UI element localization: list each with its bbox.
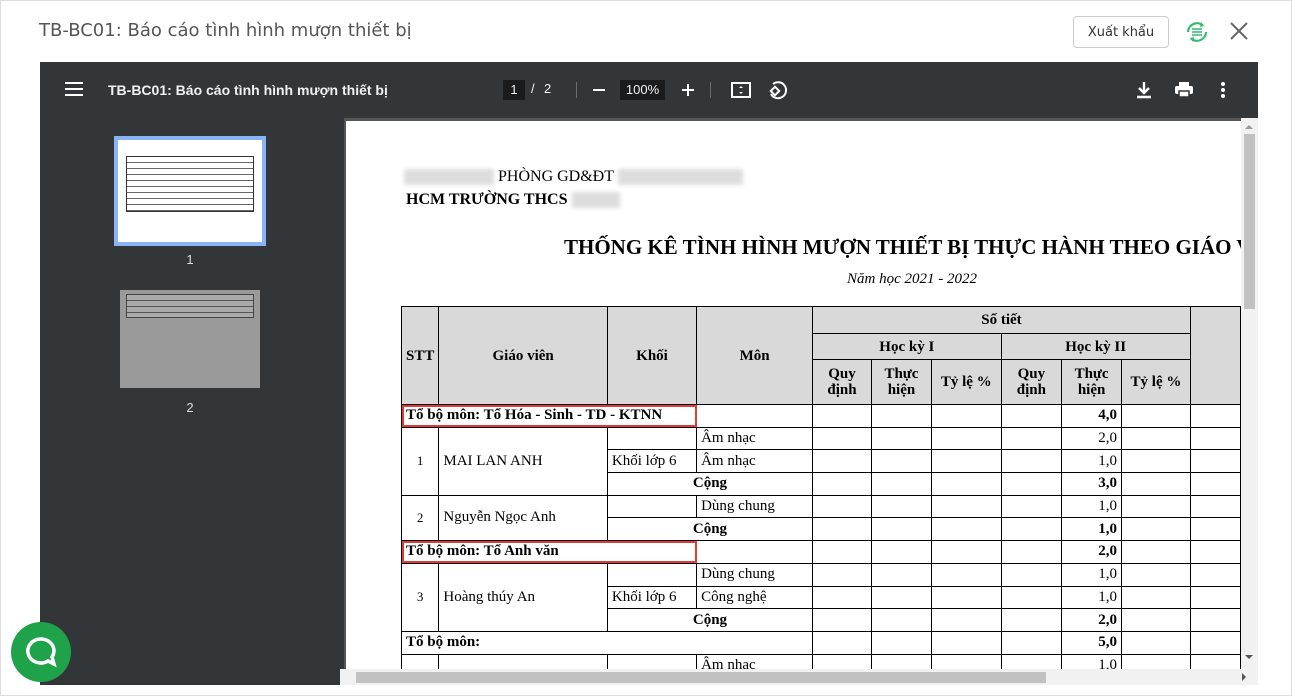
group-total: 4,0 (1061, 404, 1123, 428)
export-button[interactable]: Xuất khẩu (1073, 16, 1169, 48)
chat-icon (26, 637, 57, 668)
col-subject: Môn (696, 306, 814, 405)
divider (710, 82, 711, 98)
pdf-page: PHÒNG GD&ĐT HCM TRƯỜNG THCS THỐNG KÊ TÌN… (346, 121, 1241, 669)
page-thumbnail-1[interactable] (114, 136, 266, 246)
chat-support-button[interactable] (11, 622, 71, 682)
pdf-toolbar: TB-BC01: Báo cáo tình hình mượn thiết bị… (40, 62, 1258, 118)
done-value: 1,0 (1061, 653, 1123, 669)
group-name: Tổ bộ môn: Tổ Anh văn (400, 540, 698, 564)
subject: Dùng chung (696, 562, 814, 587)
school-text: HCM TRƯỜNG THCS (406, 191, 568, 208)
table-row: 1 MAI LAN ANH Âm nhạc 2,0 (400, 426, 1241, 496)
header-line-2: HCM TRƯỜNG THCS (406, 191, 620, 209)
group-total: 2,0 (1061, 540, 1123, 564)
done-value: 1,0 (1061, 562, 1123, 587)
menu-icon[interactable] (65, 81, 83, 97)
more-options-icon[interactable] (1211, 78, 1235, 102)
scrollbar-thumb[interactable] (1244, 134, 1255, 309)
col-planned: Quy định (1000, 359, 1063, 405)
zoom-input[interactable]: 100% (620, 80, 665, 100)
group-name: Tổ bộ môn: Tổ Hóa - Sinh - TD - KTNN (400, 404, 698, 428)
teacher-name: Nguyễn Ngọc Anh (438, 494, 608, 542)
document-title: TB-BC01: Báo cáo tình hình mượn thiết bị (108, 82, 388, 98)
rotate-icon[interactable] (765, 78, 789, 102)
done-value: 1,0 (1061, 494, 1123, 519)
subject: Âm nhạc (696, 449, 814, 474)
download-icon[interactable] (1132, 78, 1156, 102)
total-value: 2,0 (1061, 608, 1123, 632)
col-done: Thực hiện (871, 359, 932, 405)
teacher-name: MAI LAN ANH (438, 426, 608, 496)
close-icon[interactable] (1227, 19, 1251, 43)
group-total: 5,0 (1061, 630, 1123, 655)
col-grade: Khối (606, 306, 698, 405)
col-stt: STT (400, 306, 440, 405)
divider (576, 82, 577, 98)
total-label: Cộng (606, 472, 814, 496)
total-label: Cộng (606, 608, 814, 632)
col-sem2: Học kỳ II (1000, 333, 1191, 360)
stt: 2 (400, 494, 440, 542)
zoom-in-icon[interactable] (676, 78, 700, 102)
group-row: Tổ bộ môn: Tổ Anh văn 2,0 (400, 540, 1241, 564)
done-value: 1,0 (1061, 585, 1123, 610)
grade: Khối lớp 6 (606, 585, 698, 610)
zoom-out-icon[interactable] (587, 78, 611, 102)
group-row: Tổ bộ môn: 5,0 (400, 630, 1241, 655)
total-value: 3,0 (1061, 472, 1123, 496)
scrollbar-thumb[interactable] (356, 672, 1046, 683)
total-pages: 2 (544, 81, 552, 96)
dialog-title: TB-BC01: Báo cáo tình hình mượn thiết bị (39, 20, 412, 41)
teacher-name: Hoàng thúy An (438, 562, 608, 632)
col-ratio: Tỷ lệ % (930, 359, 1002, 405)
pdf-viewer: TB-BC01: Báo cáo tình hình mượn thiết bị… (40, 62, 1258, 685)
col-ratio: Tỷ lệ % (1121, 359, 1191, 405)
vertical-scrollbar[interactable] (1241, 118, 1258, 669)
page-thumbnail-2[interactable] (120, 290, 260, 388)
total-label: Cộng (606, 517, 814, 542)
thumbnail-label: 1 (186, 252, 194, 267)
table-row: Âm nhạc 1,0 (400, 653, 1241, 669)
horizontal-scrollbar[interactable] (340, 669, 1258, 685)
col-periods: Số tiết (812, 306, 1191, 334)
report-table: STT Giáo viên Khối Môn Số tiết Học kỳ I Học k… (400, 306, 1241, 669)
fit-page-icon[interactable] (729, 78, 753, 102)
department-text: PHÒNG GD&ĐT (498, 168, 614, 185)
group-name: Tổ bộ môn: (400, 630, 814, 655)
subject: Công nghệ (696, 585, 814, 610)
col-sem1: Học kỳ I (812, 333, 1002, 360)
report-title: THỐNG KÊ TÌNH HÌNH MƯỢN THIẾT BỊ THỰC HÀ… (564, 235, 1241, 259)
stt: 1 (400, 426, 440, 496)
thumbnail-sidebar: 1 2 (40, 118, 344, 685)
stt: 3 (400, 562, 440, 632)
header-line-1: PHÒNG GD&ĐT (404, 168, 743, 186)
print-icon[interactable] (1172, 78, 1196, 102)
subject: Âm nhạc (696, 426, 814, 451)
page-separator: / (531, 81, 535, 96)
refresh-settings-icon[interactable] (1184, 19, 1210, 45)
col-teacher: Giáo viên (438, 306, 608, 405)
subject: Âm nhạc (696, 653, 814, 669)
table-row: 2 Nguyễn Ngọc Anh Dùng chung 1,0 (400, 494, 1241, 542)
group-row: Tổ bộ môn: Tổ Hóa - Sinh - TD - KTNN 4,0 (400, 404, 1241, 428)
done-value: 2,0 (1061, 426, 1123, 451)
col-planned: Quy định (812, 359, 873, 405)
done-value: 1,0 (1061, 449, 1123, 474)
total-value: 1,0 (1061, 517, 1123, 542)
table-row: 3 Hoàng thúy An Dùng chung 1,0 (400, 562, 1241, 632)
thumbnail-label: 2 (186, 400, 194, 415)
page-number-input[interactable]: 1 (503, 80, 525, 100)
col-done: Thực hiện (1061, 359, 1123, 405)
grade: Khối lớp 6 (606, 449, 698, 474)
subject: Dùng chung (696, 494, 814, 519)
report-subtitle: Năm học 2021 - 2022 (847, 271, 977, 287)
